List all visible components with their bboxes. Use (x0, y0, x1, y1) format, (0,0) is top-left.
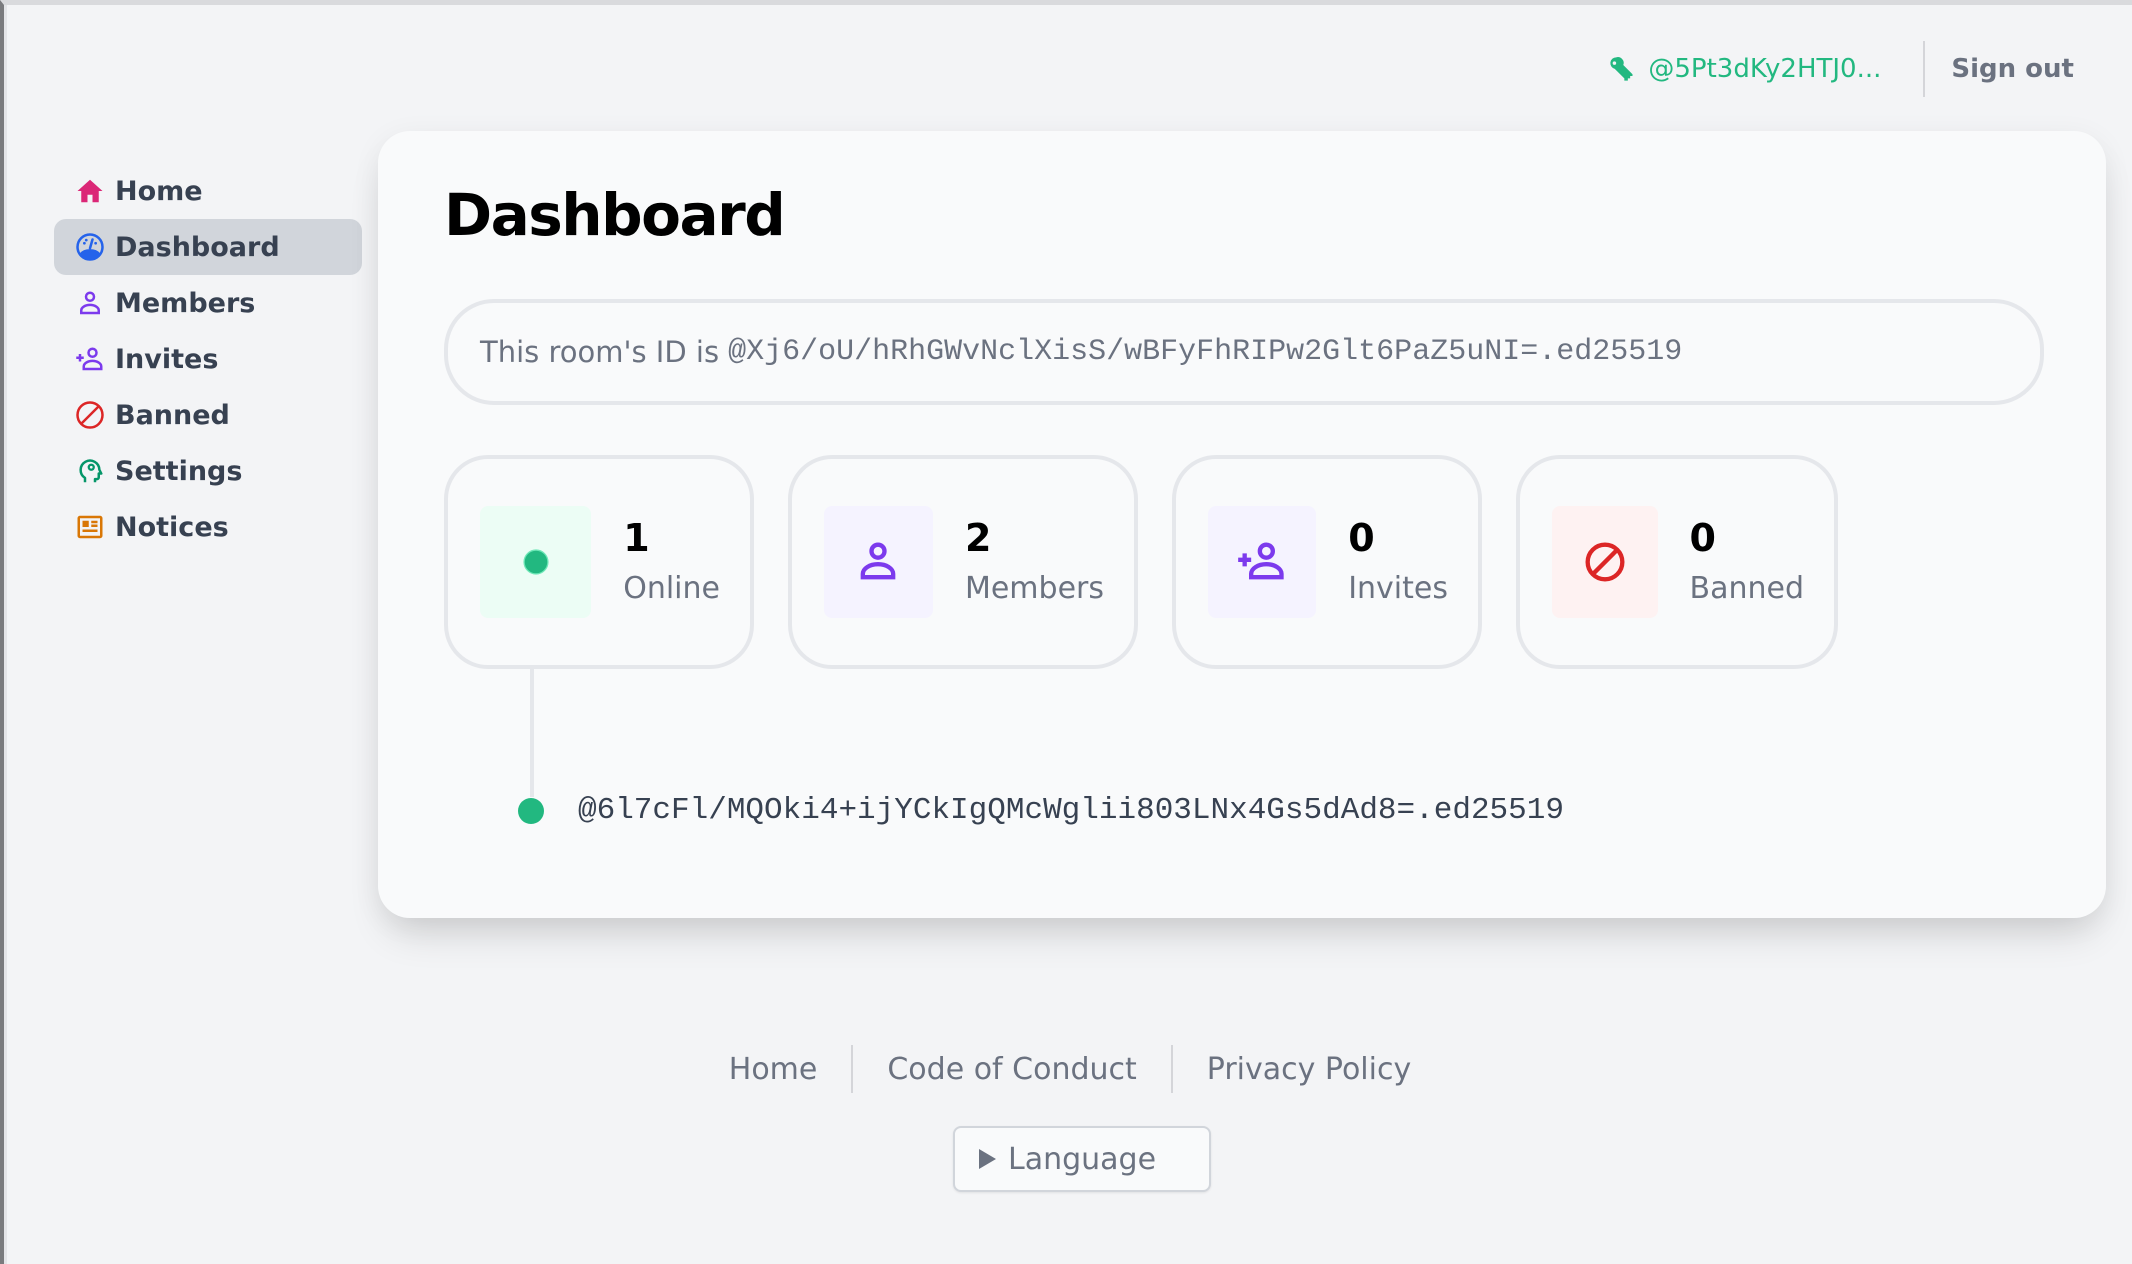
sidebar-item-label: Banned (115, 399, 230, 431)
footer-link-code-of-conduct[interactable]: Code of Conduct (853, 1052, 1170, 1087)
footer-links: Home Code of Conduct Privacy Policy (4, 1045, 2132, 1093)
sidebar-item-invites[interactable]: Invites (54, 331, 362, 387)
online-timeline-line (530, 669, 534, 797)
newspaper-icon (74, 511, 106, 543)
sidebar-item-settings[interactable]: Settings (54, 443, 362, 499)
online-dot-icon (523, 549, 549, 575)
stat-label: Invites (1348, 570, 1448, 606)
sidebar-item-banned[interactable]: Banned (54, 387, 362, 443)
stat-label: Members (964, 570, 1104, 606)
sidebar-item-home[interactable]: Home (54, 163, 362, 219)
stat-label: Online (623, 570, 720, 606)
page-title: Dashboard (444, 181, 786, 249)
sidebar-nav: Home Dashboard Members Invites Banned Se… (54, 163, 362, 555)
top-bar: @5Pt3dKy2HTJ0... Sign out (1608, 39, 2074, 99)
sign-out-button[interactable]: Sign out (1951, 54, 2074, 84)
online-badge (480, 506, 592, 618)
sidebar-item-label: Home (115, 175, 203, 207)
stat-card-members: 2 Members (788, 455, 1138, 669)
stat-card-banned: 0 Banned (1516, 455, 1838, 669)
user-plus-icon (74, 343, 106, 375)
current-user-id: @5Pt3dKy2HTJ0... (1648, 54, 1882, 84)
stat-label: Banned (1689, 570, 1805, 606)
sidebar-item-label: Settings (115, 455, 243, 487)
home-icon (74, 175, 106, 207)
divider (1923, 41, 1926, 97)
head-gear-icon (74, 455, 106, 487)
stats-row: 1 Online 2 Members 0 Invites 0 Banned (444, 455, 1872, 669)
sidebar-item-label: Members (115, 287, 256, 319)
stat-value: 0 (1689, 515, 1716, 560)
invites-badge (1208, 506, 1317, 618)
user-icon (74, 287, 106, 319)
online-member-row: @6l7cFl/MQOki4+ijYCkIgQMcWglii803LNx4Gs5… (518, 793, 1564, 828)
language-label: Language (1008, 1141, 1157, 1177)
current-user-link[interactable]: @5Pt3dKy2HTJ0... (1608, 54, 1923, 84)
sidebar-item-label: Invites (115, 343, 219, 375)
stat-value: 0 (1348, 515, 1375, 560)
user-plus-icon (1238, 542, 1284, 580)
footer-link-privacy-policy[interactable]: Privacy Policy (1173, 1052, 1445, 1087)
sidebar-item-label: Notices (115, 511, 229, 543)
sidebar-item-dashboard[interactable]: Dashboard (54, 219, 362, 275)
stat-card-invites: 0 Invites (1172, 455, 1482, 669)
dashboard-gauge-icon (74, 231, 106, 263)
room-id-box: This room's ID is @Xj6/oU/hRhGWvNclXisS/… (444, 299, 2044, 405)
language-selector[interactable]: Language (953, 1126, 1211, 1192)
ban-icon (74, 399, 106, 431)
stat-value: 2 (964, 515, 992, 560)
sidebar-item-label: Dashboard (115, 231, 280, 263)
user-icon (861, 542, 896, 580)
stat-card-online: 1 Online (444, 455, 754, 669)
key-icon (1610, 57, 1633, 81)
dashboard-card: Dashboard This room's ID is @Xj6/oU/hRhG… (378, 131, 2106, 918)
footer-link-home[interactable]: Home (695, 1052, 852, 1087)
members-badge (824, 506, 933, 618)
room-id-label: This room's ID is (480, 335, 720, 369)
online-member-id[interactable]: @6l7cFl/MQOki4+ijYCkIgQMcWglii803LNx4Gs5… (578, 793, 1564, 828)
ban-icon (1585, 542, 1625, 582)
stat-value: 1 (623, 515, 650, 560)
room-id-value[interactable]: @Xj6/oU/hRhGWvNclXisS/wBFyFhRIPw2Glt6PaZ… (728, 335, 1682, 369)
sidebar-item-members[interactable]: Members (54, 275, 362, 331)
caret-right-icon (979, 1149, 996, 1169)
banned-badge (1552, 506, 1658, 618)
sidebar-item-notices[interactable]: Notices (54, 499, 362, 555)
online-status-dot (518, 797, 544, 824)
